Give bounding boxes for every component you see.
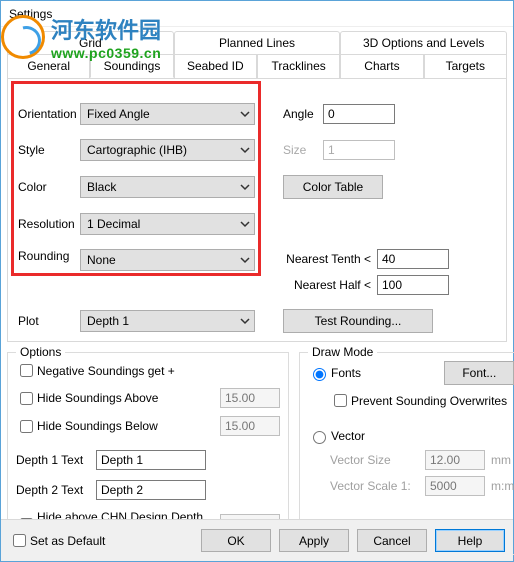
draw-mode-legend: Draw Mode bbox=[308, 345, 377, 359]
angle-input[interactable] bbox=[323, 104, 395, 124]
chevron-down-icon bbox=[240, 255, 250, 265]
vector-size-input bbox=[425, 450, 485, 470]
plot-label: Plot bbox=[18, 314, 80, 328]
nearest-half-input[interactable] bbox=[377, 275, 449, 295]
tabs: Grid Planned Lines 3D Options and Levels… bbox=[7, 31, 507, 78]
vector-scale-unit: m:m bbox=[491, 479, 514, 493]
tab-planned-lines[interactable]: Planned Lines bbox=[174, 31, 341, 54]
depth1-input[interactable] bbox=[96, 450, 206, 470]
angle-label: Angle bbox=[283, 107, 323, 121]
vector-radio[interactable] bbox=[313, 431, 326, 444]
prevent-overwrites-label: Prevent Sounding Overwrites bbox=[351, 394, 507, 408]
orientation-label: Orientation bbox=[18, 107, 80, 121]
size-label: Size bbox=[283, 143, 323, 157]
tab-seabed-id[interactable]: Seabed ID bbox=[174, 54, 257, 78]
nearest-tenth-input[interactable] bbox=[377, 249, 449, 269]
vector-size-unit: mm bbox=[491, 453, 511, 467]
tab-3d-options[interactable]: 3D Options and Levels bbox=[340, 31, 507, 54]
prevent-overwrites-checkbox[interactable] bbox=[334, 394, 347, 407]
plot-select[interactable]: Depth 1 bbox=[80, 310, 255, 332]
set-default-label: Set as Default bbox=[30, 534, 105, 548]
set-default-checkbox[interactable] bbox=[13, 534, 26, 547]
color-table-button[interactable]: Color Table bbox=[283, 175, 383, 199]
chevron-down-icon bbox=[240, 219, 250, 229]
resolution-select[interactable]: 1 Decimal bbox=[80, 213, 255, 235]
hide-below-input[interactable] bbox=[220, 416, 280, 436]
orientation-value: Fixed Angle bbox=[87, 107, 150, 121]
options-legend: Options bbox=[16, 345, 65, 359]
cancel-button[interactable]: Cancel bbox=[357, 529, 427, 552]
fonts-radio[interactable] bbox=[313, 368, 326, 381]
rounding-value: None bbox=[87, 253, 116, 267]
depth2-input[interactable] bbox=[96, 480, 206, 500]
hide-below-checkbox[interactable] bbox=[20, 420, 33, 433]
vector-radio-label: Vector bbox=[331, 429, 365, 443]
tab-targets[interactable]: Targets bbox=[424, 54, 507, 78]
hide-above-checkbox[interactable] bbox=[20, 392, 33, 405]
vector-scale-label: Vector Scale 1: bbox=[330, 479, 425, 493]
ok-button[interactable]: OK bbox=[201, 529, 271, 552]
negative-soundings-label: Negative Soundings get + bbox=[37, 364, 280, 378]
depth2-label: Depth 2 Text bbox=[16, 483, 96, 497]
help-button[interactable]: Help bbox=[435, 529, 505, 552]
chevron-down-icon bbox=[240, 109, 250, 119]
negative-soundings-checkbox[interactable] bbox=[20, 364, 33, 377]
font-button[interactable]: Font... bbox=[444, 361, 514, 385]
plot-value: Depth 1 bbox=[87, 314, 129, 328]
fonts-radio-label: Fonts bbox=[331, 366, 444, 380]
chevron-down-icon bbox=[240, 316, 250, 326]
color-select[interactable]: Black bbox=[80, 176, 255, 198]
tab-general[interactable]: General bbox=[7, 54, 90, 78]
color-label: Color bbox=[18, 180, 80, 194]
vector-size-label: Vector Size bbox=[330, 453, 425, 467]
depth1-label: Depth 1 Text bbox=[16, 453, 96, 467]
chevron-down-icon bbox=[240, 145, 250, 155]
hide-above-label: Hide Soundings Above bbox=[37, 391, 220, 405]
rounding-select[interactable]: None bbox=[80, 249, 255, 271]
tab-grid[interactable]: Grid bbox=[7, 31, 174, 54]
style-select[interactable]: Cartographic (IHB) bbox=[80, 139, 255, 161]
nearest-tenth-label: Nearest Tenth < bbox=[271, 252, 371, 266]
vector-scale-input bbox=[425, 476, 485, 496]
hide-below-label: Hide Soundings Below bbox=[37, 419, 220, 433]
color-value: Black bbox=[87, 180, 116, 194]
chevron-down-icon bbox=[240, 182, 250, 192]
hide-above-input[interactable] bbox=[220, 388, 280, 408]
resolution-value: 1 Decimal bbox=[87, 217, 140, 231]
style-label: Style bbox=[18, 143, 80, 157]
test-rounding-button[interactable]: Test Rounding... bbox=[283, 309, 433, 333]
nearest-half-label: Nearest Half < bbox=[271, 278, 371, 292]
orientation-select[interactable]: Fixed Angle bbox=[80, 103, 255, 125]
dialog-footer: Set as Default OK Apply Cancel Help bbox=[1, 519, 513, 561]
style-value: Cartographic (IHB) bbox=[87, 143, 187, 157]
rounding-label: Rounding bbox=[18, 249, 80, 263]
size-input bbox=[323, 140, 395, 160]
tab-soundings[interactable]: Soundings bbox=[90, 54, 173, 78]
resolution-label: Resolution bbox=[18, 217, 80, 231]
window-title: Settings bbox=[1, 1, 513, 27]
tab-tracklines[interactable]: Tracklines bbox=[257, 54, 340, 78]
apply-button[interactable]: Apply bbox=[279, 529, 349, 552]
tab-charts[interactable]: Charts bbox=[340, 54, 423, 78]
